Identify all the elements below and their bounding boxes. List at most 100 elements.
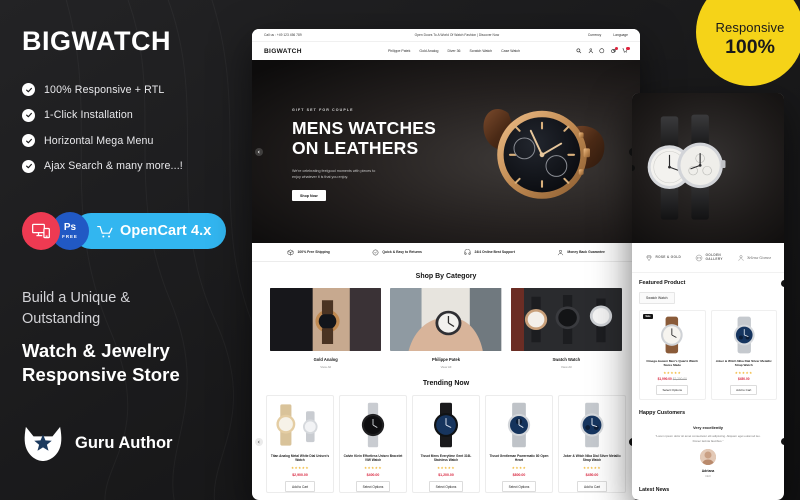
promo-message: Open Doors To A World Of Watch Fashion |… — [414, 33, 500, 37]
feature-list: 100% Responsive + RTL 1-Click Installati… — [22, 83, 252, 173]
gallery-icon — [695, 254, 703, 261]
compare-icon[interactable] — [611, 46, 618, 54]
category-name: Gold Analog — [313, 357, 338, 362]
nav-item-philippe-patek[interactable]: Philippe Patek — [388, 49, 410, 53]
product-rating: ★★★★ — [511, 465, 527, 470]
language-selector[interactable]: Language — [613, 33, 628, 37]
trending-prev-arrow[interactable] — [255, 437, 263, 446]
responsive-badge-line2: 100% — [725, 35, 775, 58]
contact-text: Call us : +49 123 456 789 — [264, 33, 302, 37]
hero-prev-arrow[interactable] — [255, 147, 263, 156]
select-options-button[interactable]: Select Options — [656, 384, 688, 395]
product-rating: ★★★★★ — [734, 370, 753, 375]
category-viewall[interactable]: View All — [270, 365, 381, 369]
site-logo[interactable]: BIGWATCH — [264, 48, 332, 55]
opencart-label: OpenCart 4.x — [120, 223, 212, 239]
nav-item-case-watch[interactable]: Case Watch — [501, 49, 520, 53]
nav-item-diver-36[interactable]: Diver 36 — [447, 49, 460, 53]
feature-item: Horizontal Mega Menu — [22, 134, 252, 147]
product-name: Tissot Gentleman Powermatic 80 Open Hear… — [489, 453, 549, 462]
service-item: Quick & Easy to Returns — [372, 249, 422, 256]
search-icon[interactable] — [576, 48, 582, 54]
product-card[interactable]: Calvin Klein Effortless Unisex Bracelet … — [339, 394, 407, 494]
wishlist-icon[interactable] — [599, 48, 605, 54]
product-card[interactable]: Tissot Gentleman Powermatic 80 Open Hear… — [485, 394, 553, 494]
feature-label: 1-Click Installation — [44, 109, 133, 121]
category-card[interactable]: Gold Analog View All — [270, 288, 382, 369]
brand-item[interactable]: Selena Gomez — [737, 254, 771, 262]
hero-copy: GIFT SET FOR COUPLE MENS WATCHES ON LEAT… — [292, 108, 467, 202]
feature-item: 1-Click Installation — [22, 108, 252, 122]
author-block: Guru Author — [22, 424, 172, 462]
right-hero-prev-arrow[interactable] — [632, 165, 635, 171]
product-image — [270, 401, 330, 449]
featured-next-arrow[interactable] — [781, 280, 784, 288]
brand-item[interactable]: GOLDEN GALLERY — [695, 252, 723, 262]
select-options-button[interactable]: Select Options — [501, 481, 537, 493]
brand-label: Selena Gomez — [747, 255, 772, 260]
service-label: 24/4 Online Best Support — [474, 250, 515, 254]
featured-tab-swatch-watch[interactable]: Swatch Watch — [639, 292, 675, 304]
brand-label: GOLDEN GALLERY — [705, 252, 723, 261]
account-icon[interactable] — [588, 48, 594, 54]
feature-label: 100% Responsive + RTL — [44, 83, 165, 96]
hero-banner: GIFT SET FOR COUPLE MENS WATCHES ON LEAT… — [252, 60, 640, 243]
product-name: Titan Analog Metal White Dial Unisex's W… — [270, 453, 330, 462]
hero-eyebrow: GIFT SET FOR COUPLE — [292, 108, 354, 112]
product-price: $2,900.00 — [292, 472, 308, 477]
product-image — [416, 401, 476, 449]
product-card[interactable]: Joker & Witch Nika Dial Silver Metallic … — [710, 310, 777, 400]
product-name: Omega Jeweni Men's Quartz Watch Swiss Ma… — [646, 359, 699, 368]
dual-watch-image — [647, 114, 726, 220]
add-to-cart-button[interactable]: Add to Cart — [730, 384, 758, 395]
tagline-light: Build a Unique & Outstanding — [22, 290, 131, 328]
check-icon — [22, 159, 35, 173]
add-to-cart-button[interactable]: Add to Cart — [576, 481, 608, 493]
product-image — [489, 401, 549, 449]
product-rating: ★★★★★ — [363, 465, 383, 470]
brand-item[interactable]: ROSE & GOLD — [645, 254, 681, 262]
responsive-badge-line1: Responsive — [715, 19, 785, 35]
product-image — [643, 315, 702, 355]
utility-bar: Call us : +49 123 456 789 Open Doors To … — [252, 29, 640, 42]
check-icon — [22, 134, 35, 147]
product-card[interactable]: Joker & Witch Nika Dial Silver Metallic … — [558, 394, 626, 494]
brand-label: ROSE & GOLD — [655, 254, 682, 259]
selena-icon — [738, 254, 744, 261]
tagline-bold: Watch & Jewelry Responsive Store — [22, 340, 180, 386]
box-icon — [287, 249, 294, 255]
category-card[interactable]: Swatch Watch View All — [510, 288, 622, 369]
category-image — [270, 288, 382, 351]
select-options-button[interactable]: Select Options — [355, 481, 391, 493]
testimonial-role: CEO — [705, 474, 711, 478]
return-icon — [372, 249, 379, 255]
select-options-button[interactable]: Select Options — [428, 481, 464, 493]
category-name: Swatch Watch — [552, 357, 581, 362]
shop-now-button[interactable]: Shop Now — [292, 190, 326, 202]
latest-news-title: Latest News — [639, 486, 670, 493]
service-label: Money Back Guarantee — [567, 250, 605, 254]
nav-item-scratch-watch[interactable]: Scratch Watch — [469, 49, 492, 53]
cart-icon[interactable] — [622, 46, 630, 54]
service-item: 24/4 Online Best Support — [464, 248, 515, 256]
category-viewall[interactable]: View All — [390, 365, 501, 369]
product-price: $800.00 — [512, 472, 526, 477]
add-to-cart-button[interactable]: Add to Cart — [284, 481, 316, 493]
product-card[interactable]: Titan Analog Metal White Dial Unisex's W… — [266, 394, 334, 494]
feature-item: 100% Responsive + RTL — [22, 83, 252, 96]
testimonial-next-arrow[interactable] — [781, 438, 784, 446]
currency-selector[interactable]: Currency — [588, 33, 601, 37]
category-card[interactable]: Philippe Patek View All — [390, 288, 502, 369]
ps-free-label: FREE — [62, 233, 78, 239]
category-viewall[interactable]: View All — [511, 365, 622, 369]
product-card[interactable]: Sale Omega Jeweni Men's Quartz Watch Swi… — [639, 310, 706, 400]
product-rating: ★★★★★ — [663, 370, 682, 375]
product-price: $450.00 — [585, 472, 599, 477]
promo-panel: BIGWATCH 100% Responsive + RTL 1-Click I… — [0, 0, 252, 500]
testimonial-section: Happy Customers Very excellently "Lorem … — [632, 410, 784, 478]
responsive-devices-icon — [22, 212, 60, 250]
nav-item-gold-analog[interactable]: Gold Analog — [419, 49, 438, 53]
product-card[interactable]: Tissot Mens Everytime Gent 316L Stainles… — [412, 394, 480, 494]
product-rating: ★★★★★ — [290, 465, 310, 470]
testimonial-author: Adriana — [701, 469, 715, 474]
